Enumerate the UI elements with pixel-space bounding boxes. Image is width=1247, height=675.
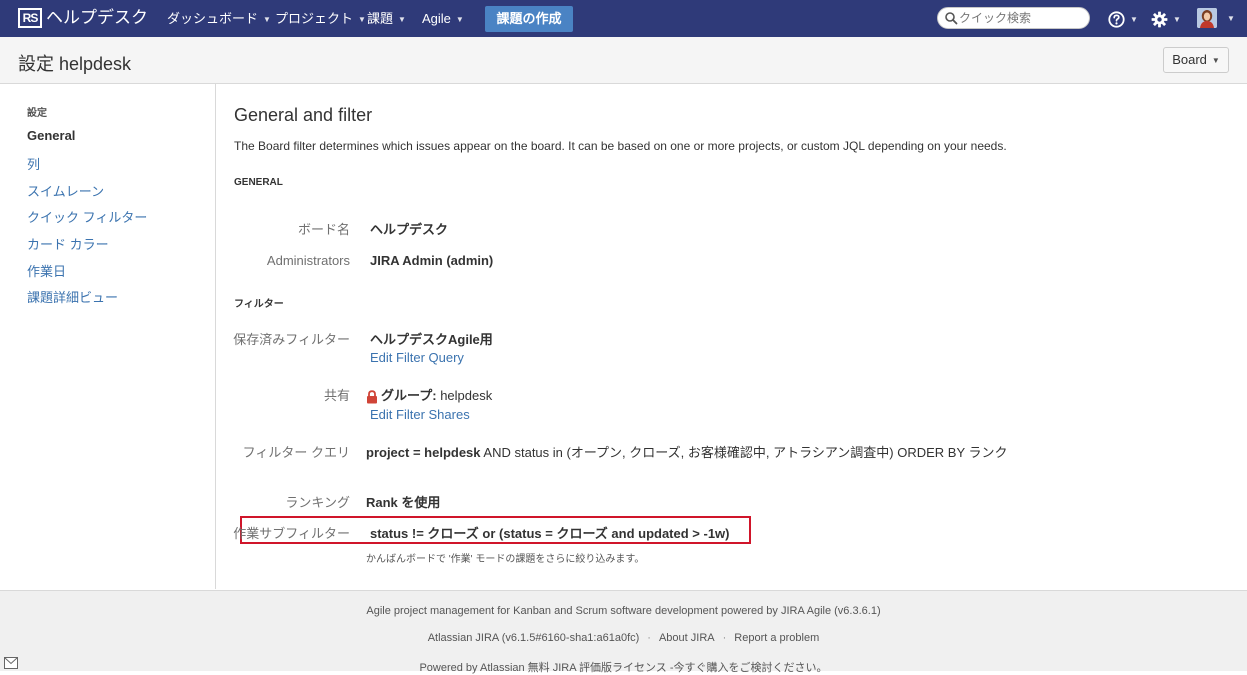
saved-filter-label: 保存済みフィルター [233, 332, 350, 347]
nav-menu-label: Agile [422, 11, 451, 26]
nav-menu-label: ダッシュボード [167, 11, 259, 26]
board-button-label: Board [1172, 52, 1207, 67]
sidebar-heading: 設定 [27, 108, 47, 119]
footer-version: Atlassian JIRA (v6.1.5#6160-sha1:a61a0fc… [427, 632, 640, 644]
query-project-clause: project = helpdesk [366, 445, 481, 460]
nav-menu-dashboards[interactable]: ダッシュボード ▼ [167, 0, 271, 37]
subfilter-value[interactable]: status != クローズ or (status = クローズ and upd… [370, 523, 730, 542]
lock-icon [367, 389, 377, 404]
app-name: ヘルプデスク [46, 8, 148, 27]
query-rest-clause: AND status in (オープン, クローズ, お客様確認中, アトラシア… [483, 445, 1008, 460]
create-issue-button[interactable]: 課題の作成 [485, 6, 573, 32]
chevron-down-icon: ▼ [1173, 14, 1181, 24]
page-title: 設定 helpdesk [18, 54, 132, 74]
settings-sidebar: 設定 General 列 スイムレーン クイック フィルター カード カラー 作… [0, 84, 216, 589]
share-type-label: グループ: [381, 388, 437, 403]
filter-query-label: フィルター クエリ [242, 445, 350, 460]
app-logo[interactable]: RS ヘルプデスク [18, 7, 148, 29]
administrators-value[interactable]: JIRA Admin (admin) [370, 253, 493, 268]
quick-search[interactable] [937, 7, 1090, 29]
ranking-label: ランキング [285, 495, 350, 510]
filter-query-value: project = helpdesk AND status in (オープン, … [366, 442, 1008, 461]
footer-agile-text: Agile project management for Kanban and … [366, 605, 881, 617]
subfilter-hint: かんばんボードで '作業' モードの課題をさらに絞り込みます。 [366, 554, 645, 565]
board-name-label: ボード名 [297, 222, 350, 237]
help-menu[interactable]: ▼ [1108, 9, 1138, 29]
chevron-down-icon[interactable]: ▼ [1227, 14, 1235, 23]
administrators-label: Administrators [266, 253, 350, 268]
top-navigation-bar: RS ヘルプデスク ダッシュボード ▼ プロジェクト ▼ 課題 ▼ Agile ▼ 課題… [0, 0, 1247, 37]
footer-license-text: Powered by Atlassian 無料 JIRA 評価版ライセンス -今… [419, 662, 828, 674]
general-heading: GENERAL [234, 177, 283, 188]
footer-links: Atlassian JIRA (v6.1.5#6160-sha1:a61a0fc… [427, 632, 820, 644]
sidebar-item-quick-filters[interactable]: クイック フィルター [27, 207, 147, 226]
admin-menu[interactable]: ▼ [1151, 9, 1181, 29]
chevron-down-icon: ▼ [1130, 14, 1138, 24]
main-content: General and filter The Board filter dete… [216, 84, 1247, 589]
section-title: General and filter [234, 105, 373, 125]
search-input[interactable] [959, 10, 1084, 26]
edit-filter-shares-link[interactable]: Edit Filter Shares [370, 407, 470, 422]
filter-heading: フィルター [234, 299, 284, 310]
avatar[interactable] [1197, 8, 1217, 28]
chevron-down-icon: ▼ [358, 15, 366, 25]
saved-filter-value[interactable]: ヘルプデスクAgile用 [370, 329, 493, 348]
nav-menu-projects[interactable]: プロジェクト ▼ [275, 0, 366, 37]
sidebar-item-swimlanes[interactable]: スイムレーン [27, 181, 104, 200]
chevron-down-icon: ▼ [398, 15, 406, 25]
chevron-down-icon: ▼ [1211, 55, 1220, 65]
chevron-down-icon: ▼ [455, 15, 464, 25]
logo-mark: RS [18, 8, 42, 28]
shares-label: 共有 [323, 388, 350, 403]
sidebar-item-issue-detail-view[interactable]: 課題詳細ビュー [27, 287, 118, 306]
nav-menu-label: 課題 [367, 11, 394, 26]
mail-icon[interactable] [4, 657, 18, 669]
page-header: 設定 helpdesk Board ▼ [0, 37, 1247, 84]
sidebar-item-general[interactable]: General [27, 128, 75, 143]
nav-menu-issues[interactable]: 課題 ▼ [367, 0, 406, 37]
board-name-value[interactable]: ヘルプデスク [370, 219, 448, 238]
chevron-down-icon: ▼ [263, 15, 271, 25]
section-description: The Board filter determines which issues… [234, 139, 1007, 153]
page-footer: Agile project management for Kanban and … [0, 590, 1247, 674]
about-jira-link[interactable]: About JIRA [659, 632, 715, 644]
sidebar-item-working-days[interactable]: 作業日 [27, 261, 66, 280]
nav-menu-agile[interactable]: Agile ▼ [422, 0, 464, 37]
edit-filter-query-link[interactable]: Edit Filter Query [370, 350, 464, 365]
subfilter-label: 作業サブフィルター [233, 526, 350, 541]
share-group-name: helpdesk [440, 388, 493, 403]
sidebar-item-card-colors[interactable]: カード カラー [27, 234, 109, 253]
board-menu-button[interactable]: Board ▼ [1163, 47, 1229, 73]
user-avatar-icon [1197, 8, 1217, 28]
report-problem-link[interactable]: Report a problem [734, 632, 819, 644]
nav-menu-label: プロジェクト [275, 11, 354, 26]
ranking-value[interactable]: Rank を使用 [366, 492, 440, 511]
sidebar-item-columns[interactable]: 列 [27, 154, 40, 173]
gear-icon [1151, 11, 1168, 27]
search-icon [945, 12, 958, 25]
help-icon [1108, 10, 1125, 28]
shares-value: グループ: helpdesk [366, 385, 492, 404]
